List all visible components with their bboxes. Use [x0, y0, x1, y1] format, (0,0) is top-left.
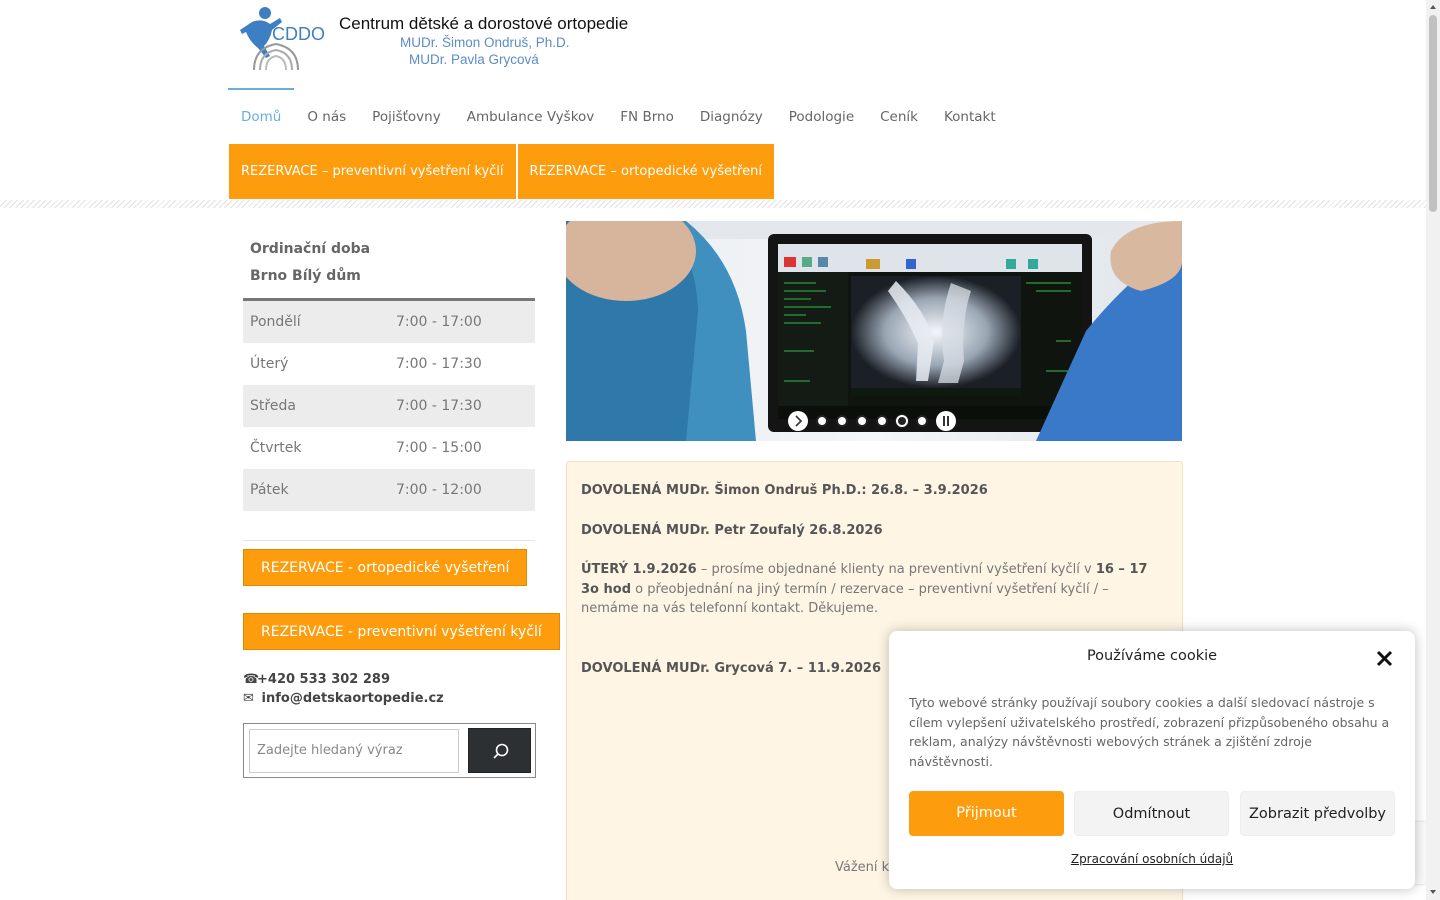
search-icon — [493, 743, 509, 759]
logo-mark-icon: CDDO — [240, 7, 325, 70]
hours-row: Pátek 7:00 - 12:00 — [243, 469, 535, 511]
slider-pagination — [788, 411, 956, 431]
contact-info: ☎+420 533 302 289 ✉ info@detskaortopedie… — [243, 670, 444, 708]
slider-dot-current[interactable] — [896, 415, 908, 427]
hours-day: Středa — [250, 398, 296, 414]
main-nav: Domů O nás Pojišťovny Ambulance Vyškov F… — [228, 88, 1009, 144]
scroll-down-icon[interactable] — [1429, 888, 1437, 896]
nav-item-domu[interactable]: Domů — [228, 88, 295, 144]
sidebar-reservation-ortho-button[interactable]: REZERVACE - ortopedické vyšetření — [243, 549, 528, 586]
search-input[interactable]: Zadejte hledaný výraz — [249, 729, 459, 773]
nav-reservation-prevent-button[interactable]: REZERVACE – preventivní vyšetření kyčlí — [229, 144, 516, 199]
slider-dot[interactable] — [836, 415, 848, 427]
slider-dot[interactable] — [916, 415, 928, 427]
sidebar-divider — [243, 540, 535, 541]
search-button[interactable] — [468, 728, 531, 773]
scroll-up-icon[interactable] — [1429, 3, 1437, 11]
pause-icon — [943, 416, 949, 426]
doctor-name-2: MUDr. Pavla Grycová — [409, 52, 539, 67]
hours-table: Pondělí 7:00 - 17:00 Úterý 7:00 - 17:30 … — [243, 298, 535, 511]
hours-day: Pátek — [250, 482, 289, 498]
cookie-dialog: Používáme cookie Tyto webové stránky pou… — [889, 631, 1415, 889]
nav-item-cenik[interactable]: Ceník — [867, 88, 931, 144]
slider-dot[interactable] — [816, 415, 828, 427]
doctor-name-1: MUDr. Šimon Ondruš, Ph.D. — [400, 35, 570, 50]
hours-day: Úterý — [250, 356, 289, 372]
cookie-preferences-button[interactable]: Zobrazit předvolby — [1240, 791, 1395, 836]
slider-next-button[interactable] — [788, 411, 808, 431]
cookie-deny-button[interactable]: Odmítnout — [1074, 791, 1229, 836]
page-scrollbar[interactable] — [1426, 0, 1440, 900]
hours-time: 7:00 - 15:00 — [396, 440, 482, 456]
email-line: ✉ info@detskaortopedie.cz — [243, 689, 444, 708]
hours-row: Středa 7:00 - 17:30 — [243, 385, 535, 427]
hours-row: Pondělí 7:00 - 17:00 — [243, 301, 535, 343]
cookie-text: Tyto webové stránky používají soubory co… — [909, 695, 1390, 769]
email-link[interactable]: info@detskaortopedie.cz — [262, 691, 444, 706]
close-icon — [1376, 650, 1393, 667]
phone-icon: ☎ — [243, 672, 260, 687]
scrollbar-thumb[interactable] — [1429, 15, 1437, 212]
hours-day: Čtvrtek — [250, 440, 302, 456]
nav-item-o-nas[interactable]: O nás — [294, 88, 359, 144]
phone-link[interactable]: +420 533 302 289 — [257, 672, 390, 687]
chevron-right-icon — [795, 415, 803, 427]
notice-paragraph: ÚTERÝ 1.9.2026 – prosíme objednané klien… — [581, 562, 1148, 616]
envelope-icon: ✉ — [243, 691, 254, 706]
hours-time: 7:00 - 17:30 — [396, 398, 482, 414]
reservation-bar: REZERVACE – preventivní vyšetření kyčlí … — [229, 144, 774, 199]
site-title: Centrum dětské a dorostové ortopedie — [339, 14, 629, 33]
phone-line: ☎+420 533 302 289 — [243, 670, 444, 689]
slider-pause-button[interactable] — [936, 411, 956, 431]
hours-time: 7:00 - 17:00 — [396, 314, 482, 330]
privacy-link[interactable]: Zpracování osobních údajů — [889, 852, 1415, 866]
hero-slider[interactable] — [566, 221, 1182, 441]
hours-time: 7:00 - 12:00 — [396, 482, 482, 498]
hours-time: 7:00 - 17:30 — [396, 356, 482, 372]
hero-slide-image — [566, 221, 1182, 441]
nav-item-podologie[interactable]: Podologie — [776, 88, 867, 144]
notice-line: DOVOLENÁ MUDr. Petr Zoufalý 26.8.2026 — [581, 523, 883, 538]
hours-heading: Ordinační doba — [250, 241, 371, 257]
cookie-title: Používáme cookie — [1086, 648, 1218, 664]
nav-item-pojistovny[interactable]: Pojišťovny — [359, 88, 454, 144]
search-form: Zadejte hledaný výraz — [243, 723, 536, 778]
sidebar-reservation-prevent-button[interactable]: REZERVACE - preventivní vyšetření kyčlí — [243, 613, 560, 650]
nav-item-kontakt[interactable]: Kontakt — [931, 88, 1009, 144]
nav-reservation-ortho-button[interactable]: REZERVACE – ortopedické vyšetření — [517, 144, 774, 199]
svg-text:CDDO: CDDO — [272, 24, 325, 44]
notice-line: DOVOLENÁ MUDr. Šimon Ondruš Ph.D.: 26.8.… — [581, 483, 988, 498]
sidebar: Ordinační doba Brno Bílý dům Pondělí 7:0… — [243, 236, 560, 778]
header-divider — [0, 200, 1426, 208]
nav-item-fn-brno[interactable]: FN Brno — [607, 88, 687, 144]
nav-item-diagnozy[interactable]: Diagnózy — [687, 88, 776, 144]
nav-item-ambulance-vyskov[interactable]: Ambulance Vyškov — [454, 88, 608, 144]
slider-dot[interactable] — [876, 415, 888, 427]
hours-day: Pondělí — [250, 314, 301, 330]
hours-row: Čtvrtek 7:00 - 15:00 — [243, 427, 535, 469]
hours-location: Brno Bílý dům — [250, 268, 361, 284]
cookie-accept-button[interactable]: Přijmout — [909, 791, 1064, 836]
cookie-close-button[interactable] — [1374, 648, 1396, 670]
hours-row: Úterý 7:00 - 17:30 — [243, 343, 535, 385]
slider-dot[interactable] — [856, 415, 868, 427]
site-logo[interactable]: CDDO Centrum dětské a dorostové ortopedi… — [240, 4, 640, 72]
